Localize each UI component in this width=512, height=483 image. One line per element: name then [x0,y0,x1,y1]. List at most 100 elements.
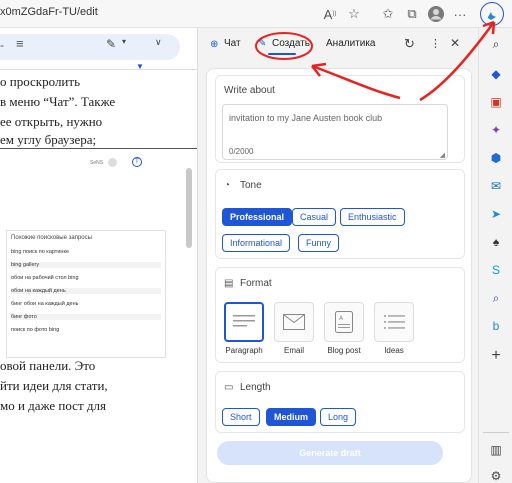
bing-icon[interactable]: b [488,318,504,334]
length-medium-chip[interactable]: Medium [266,408,317,426]
split-screen-icon[interactable]: ▥ [488,442,504,458]
copilot-sidebar: ⊕ Чат ✎ Создать Аналитика ↻ ⋮ ✕ Write ab… [197,28,478,483]
settings-icon[interactable]: ⚙ [488,468,504,483]
embed-avatar [108,158,117,167]
tone-section: ◔ Tone Professional Casual Enthusiastic … [215,169,465,259]
length-icon: ▭ [224,382,234,393]
svg-text:A: A [339,315,344,322]
generate-draft-button[interactable]: Generate draft [217,441,443,465]
ruler: ▼ [0,62,197,71]
list-icon[interactable]: ≡ [16,36,24,51]
related-searches-title: Похожие поисковые запросы [11,235,92,241]
format-ideas-label: Ideas [384,346,404,355]
skype-icon[interactable]: S [488,262,504,278]
doc-text-line: мо и даже пост для [0,398,106,413]
format-icon: ▤ [224,278,234,289]
search-bing-icon[interactable]: ⌕ [488,290,504,306]
paragraph-icon [224,302,264,342]
doc-text-line: ем углу браузера; [0,132,97,147]
format-paragraph-option[interactable]: Paragraph [224,302,264,355]
pen-dropdown-icon[interactable]: ▾ [122,37,126,46]
compose-panel: Write about invitation to my Jane Austen… [206,68,472,483]
related-search-item: bing gallery [11,262,161,268]
related-search-item: бинг фото [11,314,161,320]
tools-icon[interactable]: ▣ [488,94,504,110]
doc-scrollbar[interactable] [186,168,192,248]
copilot-tabs: ⊕ Чат ✎ Создать Аналитика ↻ ⋮ ✕ [198,28,479,64]
compose-icon: ✎ [258,38,267,49]
related-searches-card: Похожие поисковые запросы bing поиск по … [6,230,166,358]
toolbar-overflow-icon[interactable]: - [0,38,4,52]
resize-handle-icon[interactable]: ◢ [440,151,445,159]
doc-text-line: о проскролить [0,74,80,89]
write-about-section: Write about invitation to my Jane Austen… [215,75,465,163]
format-blog-post-option[interactable]: A Blog post [324,302,364,355]
write-about-input[interactable]: invitation to my Jane Austen book club 0… [222,104,448,160]
tone-icon: ◔ [224,180,231,191]
tone-title: Tone [240,180,262,191]
address-bar-url[interactable]: x0mZGdaFr-TU/edit [0,6,98,18]
add-app-icon[interactable]: + [488,347,504,364]
doc-toolbar: - ≡ ✎ ▾ ∨ [0,34,180,60]
close-icon[interactable]: ✕ [450,36,460,50]
spade-icon[interactable]: ♠ [488,234,504,250]
write-about-value: invitation to my Jane Austen book club [229,113,383,123]
games-icon[interactable]: ✦ [488,122,504,138]
tone-enthusiastic-chip[interactable]: Enthusiastic [340,208,405,226]
blog-post-icon: A [324,302,364,342]
pen-icon[interactable]: ✎ [106,37,116,51]
collections-icon[interactable]: ⧉ [402,4,422,24]
embed-signin-text: SeNS [90,160,104,166]
shopping-tag-icon[interactable]: ◆ [488,66,504,82]
format-title: Format [240,278,272,289]
tone-casual-chip[interactable]: Casual [292,208,337,226]
screen: x0mZGdaFr-TU/edit A)) ☆ ✩ ⧉ ··· - ≡ ✎ ▾ … [0,0,512,483]
related-search-item: обои на каждый день [11,288,161,294]
sidebar-strip: ⌕ ◆ ▣ ✦ ⬢ ✉ ➤ ♠ S ⌕ b + ▥ ⚙ [478,28,512,483]
search-icon[interactable]: ⌕ [488,36,504,52]
embed-rewards-icon: T [132,157,142,167]
profile-avatar-icon[interactable] [426,4,446,24]
related-search-item: бинг обои на каждый день [11,301,79,307]
tone-funny-chip[interactable]: Funny [298,234,340,252]
email-icon [274,302,314,342]
active-tab-indicator [268,53,296,55]
bing-copilot-icon[interactable] [480,2,504,26]
doc-divider [0,148,197,149]
add-favorite-icon[interactable]: ☆ [344,4,364,24]
doc-text-line: овой панели. Это [0,358,96,373]
strip-divider [483,432,509,433]
length-section: ▭ Length Short Medium Long [215,371,465,433]
format-ideas-option[interactable]: Ideas [374,302,414,355]
tab-compose[interactable]: Создать [272,38,310,49]
tone-professional-chip[interactable]: Professional [222,208,293,226]
format-section: ▤ Format Paragraph Email A Blog post Ide… [215,267,465,363]
document-area: - ≡ ✎ ▾ ∨ ▼ о проскролить в меню “Чат”. … [0,28,197,483]
doc-text-line: йти идеи для стати, [0,378,108,393]
tab-insights[interactable]: Аналитика [326,38,376,49]
more-options-icon[interactable]: ⋮ [430,37,441,50]
format-email-option[interactable]: Email [274,302,314,355]
collapse-toolbar-icon[interactable]: ∨ [155,37,162,48]
send-icon[interactable]: ➤ [488,206,504,222]
doc-text-line: в меню “Чат”. Также [0,94,116,109]
chat-icon: ⊕ [210,39,219,50]
ideas-icon [374,302,414,342]
favorites-icon[interactable]: ✩ [378,4,398,24]
tab-chat[interactable]: Чат [224,38,241,49]
related-search-item: поиск по фото bing [11,327,60,333]
outlook-icon[interactable]: ✉ [488,178,504,194]
related-search-item: обои на рабочий стол bing [11,275,79,281]
m365-icon[interactable]: ⬢ [488,150,504,166]
length-long-chip[interactable]: Long [320,408,357,426]
refresh-icon[interactable]: ↻ [404,36,415,52]
length-short-chip[interactable]: Short [222,408,260,426]
read-aloud-icon[interactable]: A)) [320,4,340,24]
more-menu-icon[interactable]: ··· [450,4,470,24]
tone-informational-chip[interactable]: Informational [222,234,291,252]
char-counter: 0/2000 [229,147,254,156]
embedded-screenshot: SeNS T Похожие поисковые запросы bing по… [0,157,170,358]
ruler-indent-marker[interactable]: ▼ [136,62,144,71]
write-about-title: Write about [224,85,275,96]
browser-toolbar: x0mZGdaFr-TU/edit A)) ☆ ✩ ⧉ ··· [0,0,512,28]
